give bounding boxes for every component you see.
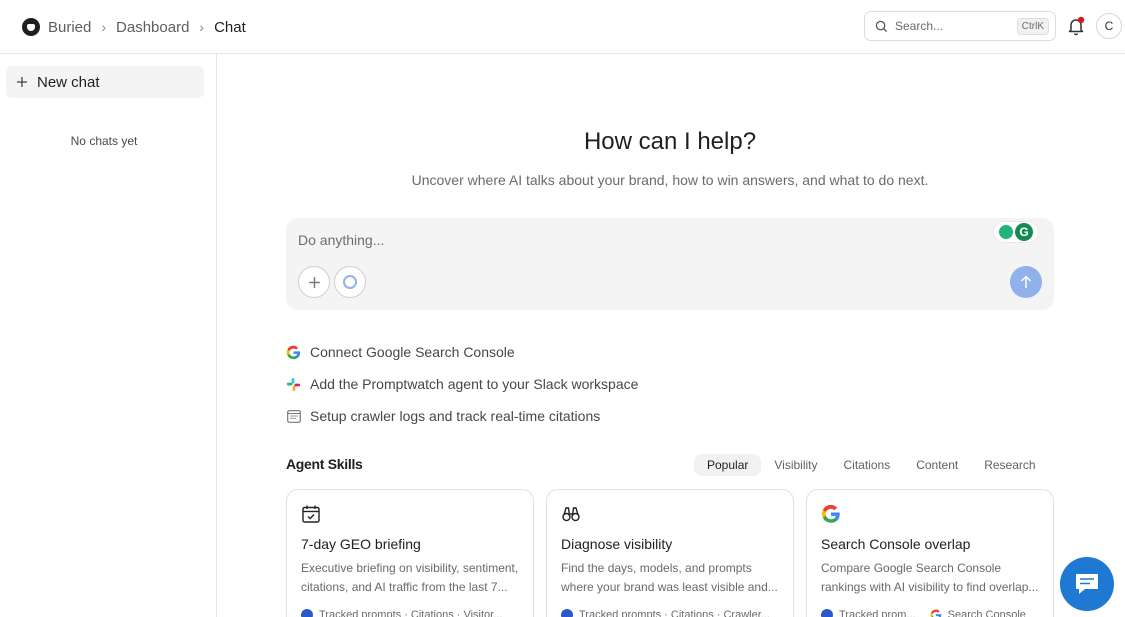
empty-chats-text: No chats yet <box>70 134 138 148</box>
page-title: How can I help? <box>583 128 757 155</box>
support-chat-button[interactable] <box>1060 557 1114 611</box>
quick-action-google-search-console[interactable]: Connect Google Search Console <box>286 342 515 362</box>
search-placeholder: Search... <box>895 19 944 33</box>
agent-skills-heading: Agent Skills <box>286 456 363 472</box>
new-chat-label: New chat <box>37 73 100 91</box>
google-icon <box>286 345 301 360</box>
breadcrumb-item-dashboard[interactable]: Dashboard <box>116 19 189 36</box>
send-button[interactable] <box>1010 266 1042 298</box>
grammarly-icon: G <box>1015 223 1033 241</box>
skill-card-description: Find the days, models, and prompts where… <box>561 561 778 594</box>
new-chat-button[interactable]: New chat <box>6 66 204 98</box>
google-icon <box>930 609 941 617</box>
quick-action-label: Connect Google Search Console <box>310 344 515 360</box>
sidebar: New chat No chats yet <box>0 54 217 617</box>
chat-bubble-icon <box>1076 574 1098 594</box>
skill-card-title: 7-day GEO briefing <box>301 536 421 552</box>
app-logo-icon[interactable] <box>22 18 40 36</box>
chat-input[interactable]: Do anything... <box>298 232 384 248</box>
skill-card-title: Search Console overlap <box>821 536 971 552</box>
search-icon <box>875 20 888 32</box>
terminal-icon <box>286 409 301 424</box>
calendar-check-icon <box>302 505 320 523</box>
skill-card-sources-2: Search Console <box>947 609 1026 617</box>
tab-popular[interactable]: Popular <box>694 454 762 476</box>
chat-composer[interactable]: Do anything... <box>286 218 1054 310</box>
breadcrumb: Buried › Dashboard › Chat <box>22 0 246 54</box>
search-shortcut-badge: CtrlK <box>1016 17 1049 35</box>
skill-card-title: Diagnose visibility <box>561 536 673 552</box>
google-icon <box>821 504 840 523</box>
tab-visibility[interactable]: Visibility <box>761 454 830 476</box>
tab-content[interactable]: Content <box>903 454 971 476</box>
quick-action-label: Add the Promptwatch agent to your Slack … <box>310 376 639 392</box>
bell-icon[interactable] <box>1066 15 1086 37</box>
plus-icon <box>17 77 27 87</box>
tab-citations[interactable]: Citations <box>831 454 904 476</box>
page-subtitle: Uncover where AI talks about your brand,… <box>411 172 929 188</box>
chevron-right-icon: › <box>199 19 205 35</box>
avatar[interactable]: C <box>1096 13 1122 39</box>
skill-card-description: Compare Google Search Console rankings w… <box>821 561 1039 594</box>
grammarly-assist-icon <box>999 225 1013 239</box>
skill-card-search-console-overlap[interactable]: Search Console overlap Compare Google Se… <box>806 489 1054 617</box>
skills-tabs: Popular Visibility Citations Content Res… <box>694 454 1049 476</box>
search-input[interactable]: Search... CtrlK <box>864 11 1056 41</box>
quick-action-label: Setup crawler logs and track real-time c… <box>310 408 601 424</box>
plus-icon <box>308 276 320 288</box>
skill-card-footer: Tracked prompts · Citations · Crawler... <box>561 609 770 617</box>
skill-card-footer: Tracked prompts · Citations · Visitor... <box>301 609 502 617</box>
ring-icon <box>343 275 357 289</box>
source-dot-icon <box>821 609 833 617</box>
binoculars-icon <box>562 507 580 522</box>
source-dot-icon <box>301 609 313 617</box>
arrow-up-icon <box>1020 275 1032 288</box>
breadcrumb-item-chat: Chat <box>214 18 246 36</box>
grammarly-widget[interactable]: G <box>994 222 1038 242</box>
skill-card-sources: Tracked prompts · Citations · Crawler... <box>579 609 770 617</box>
slack-icon <box>286 377 301 392</box>
skill-card-sources: Tracked prom... <box>839 609 916 617</box>
skill-card-description: Executive briefing on visibility, sentim… <box>301 561 519 594</box>
skill-card-geo-briefing[interactable]: 7-day GEO briefing Executive briefing on… <box>286 489 534 617</box>
top-bar: Buried › Dashboard › Chat Search... Ctrl… <box>0 0 1125 54</box>
skill-card-diagnose-visibility[interactable]: Diagnose visibility Find the days, model… <box>546 489 794 617</box>
skill-card-footer: Tracked prom... Search Console <box>821 609 1026 617</box>
skill-card-sources: Tracked prompts · Citations · Visitor... <box>319 609 503 617</box>
quick-action-crawler-logs[interactable]: Setup crawler logs and track real-time c… <box>286 406 600 426</box>
tab-research[interactable]: Research <box>971 454 1048 476</box>
mode-toggle-button[interactable] <box>334 266 366 298</box>
breadcrumb-item-buried[interactable]: Buried <box>48 19 91 36</box>
attach-button[interactable] <box>298 266 330 298</box>
source-dot-icon <box>561 609 573 617</box>
chevron-right-icon: › <box>101 19 107 35</box>
quick-action-slack[interactable]: Add the Promptwatch agent to your Slack … <box>286 374 638 394</box>
